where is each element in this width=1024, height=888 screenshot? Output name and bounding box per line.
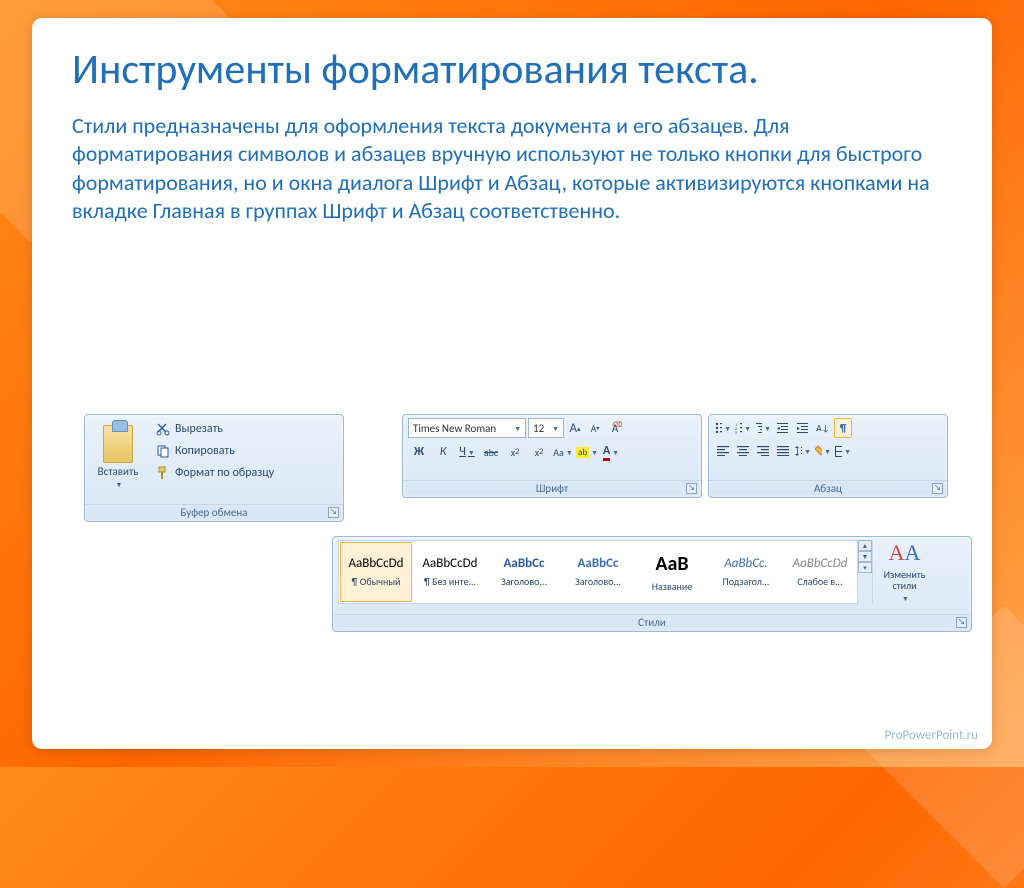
font-group-label: Шрифт ↘ [403, 480, 701, 497]
brush-icon [155, 465, 170, 480]
clipboard-group-label: Буфер обмена ↘ [85, 504, 343, 521]
style-item[interactable]: AaBНазвание [636, 542, 708, 602]
italic-button[interactable]: К [432, 441, 454, 463]
underline-button[interactable]: Ч▼ [456, 441, 478, 463]
styles-group-label: Стили ↘ [333, 614, 971, 631]
superscript-button[interactable]: x2 [528, 441, 550, 463]
font-size-value: 12 [533, 422, 544, 435]
increase-indent-button[interactable] [794, 418, 812, 438]
change-styles-button[interactable]: AA Изменить стили ▼ [872, 540, 936, 603]
paste-button[interactable]: Вставить ▼ [90, 418, 146, 496]
line-spacing-button[interactable]: ▼ [794, 441, 812, 461]
slide: Инструменты форматирования текста. Стили… [32, 18, 992, 749]
change-case-button[interactable]: Aa▼ [552, 441, 574, 463]
justify-button[interactable] [774, 441, 792, 461]
svg-text:3: 3 [735, 431, 737, 434]
numbering-button[interactable]: 123▼ [734, 418, 752, 438]
bold-button[interactable]: Ж [408, 441, 430, 463]
style-item[interactable]: AaBbCcЗаголово... [488, 542, 560, 602]
strike-button[interactable]: abc [480, 441, 502, 463]
dialog-launcher-icon[interactable]: ↘ [328, 507, 339, 518]
format-painter-button[interactable]: Формат по образцу [150, 462, 338, 483]
show-marks-button[interactable]: ¶ [834, 418, 852, 438]
subscript-button[interactable]: x2 [504, 441, 526, 463]
align-right-button[interactable] [754, 441, 772, 461]
cut-button[interactable]: Вырезать [150, 418, 338, 439]
slide-title: Инструменты форматирования текста. [72, 46, 952, 94]
scroll-up-button[interactable]: ▲ [858, 540, 872, 551]
styles-group: AaBbCcDd¶ ОбычныйAaBbCcDd¶ Без инте...Aa… [332, 536, 972, 632]
sort-button[interactable]: A↓ [814, 418, 832, 438]
cut-label: Вырезать [175, 422, 223, 436]
paragraph-group: ▼ 123▼ ▼ A↓ ¶ ▼ ▼ ▼ [708, 414, 948, 498]
scroll-down-button[interactable]: ▼ [858, 551, 872, 562]
footer-link: ProPowerPoint.ru [885, 728, 978, 743]
shading-button[interactable]: ▼ [814, 441, 832, 461]
decrease-indent-button[interactable] [774, 418, 792, 438]
style-gallery: AaBbCcDd¶ ОбычныйAaBbCcDd¶ Без инте...Aa… [338, 540, 858, 604]
font-family-select[interactable]: Times New Roman▼ [408, 418, 526, 438]
borders-button[interactable]: ▼ [834, 441, 852, 461]
style-item[interactable]: AaBbCc.Подзагол... [710, 542, 782, 602]
chevron-down-icon: ▼ [116, 480, 123, 489]
change-styles-icon: AA [889, 540, 921, 566]
gallery-expand-button[interactable]: ▾ [858, 562, 872, 573]
multilevel-button[interactable]: ▼ [754, 418, 772, 438]
scissors-icon [155, 421, 170, 436]
style-item[interactable]: AaBbCcЗаголово... [562, 542, 634, 602]
copy-button[interactable]: Копировать [150, 440, 338, 461]
gallery-scroll: ▲ ▼ ▾ [858, 540, 872, 573]
style-item[interactable]: AaBbCcDd¶ Без инте... [414, 542, 486, 602]
align-center-button[interactable] [734, 441, 752, 461]
font-group: Times New Roman▼ 12▼ A▴ A▾ A⌫ Ж К Ч▼ abc… [402, 414, 702, 498]
style-item[interactable]: AaBbCcDdСлабое в... [784, 542, 856, 602]
change-styles-label: Изменить стили [876, 569, 933, 591]
font-color-button[interactable]: A▼ [600, 441, 622, 463]
paragraph-group-label: Абзац ↘ [709, 480, 947, 497]
paste-label: Вставить [98, 465, 139, 478]
slide-body: Стили предназначены для оформления текст… [72, 112, 952, 225]
dialog-launcher-icon[interactable]: ↘ [932, 483, 943, 494]
format-painter-label: Формат по образцу [175, 466, 274, 480]
bullets-button[interactable]: ▼ [714, 418, 732, 438]
copy-label: Копировать [175, 444, 235, 458]
shrink-font-button[interactable]: A▾ [586, 418, 604, 438]
font-size-select[interactable]: 12▼ [528, 418, 564, 438]
dialog-launcher-icon[interactable]: ↘ [956, 617, 967, 628]
clipboard-group: Вставить ▼ Вырезать Копировать [84, 414, 344, 522]
align-left-button[interactable] [714, 441, 732, 461]
highlight-button[interactable]: ab▼ [576, 441, 598, 463]
clear-format-button[interactable]: A⌫ [606, 418, 624, 438]
dialog-launcher-icon[interactable]: ↘ [686, 483, 697, 494]
grow-font-button[interactable]: A▴ [566, 418, 584, 438]
font-family-value: Times New Roman [413, 422, 496, 435]
copy-icon [155, 443, 170, 458]
style-item[interactable]: AaBbCcDd¶ Обычный [340, 542, 412, 602]
clipboard-icon [103, 425, 133, 463]
